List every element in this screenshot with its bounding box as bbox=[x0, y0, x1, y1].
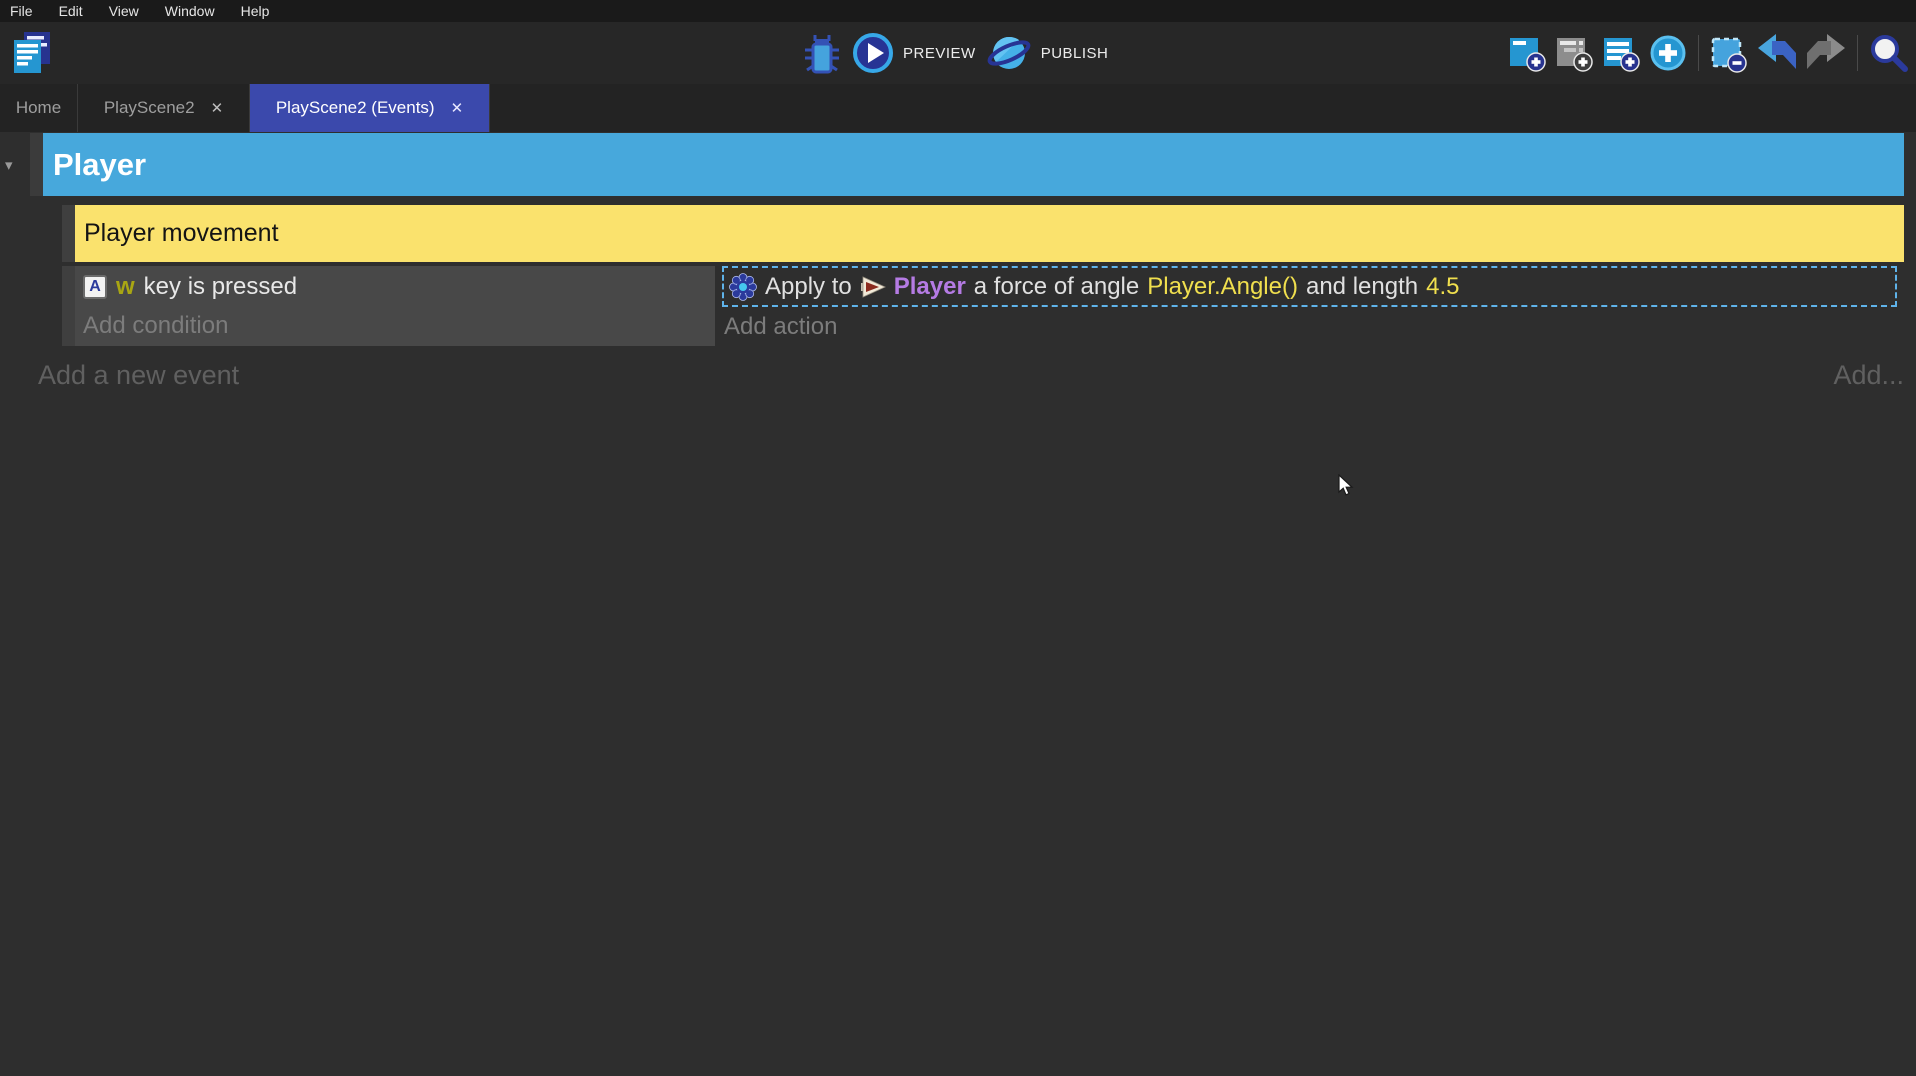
action-angle-expression: Player.Angle() bbox=[1147, 273, 1298, 301]
add-comment-icon bbox=[1601, 33, 1641, 73]
project-manager-icon bbox=[11, 31, 53, 75]
add-more-button[interactable]: Add... bbox=[1833, 360, 1904, 391]
publish-globe-icon bbox=[986, 31, 1032, 75]
collapse-group-icon[interactable]: ▾ bbox=[5, 156, 13, 174]
publish-label: PUBLISH bbox=[1041, 45, 1109, 62]
project-manager-button[interactable] bbox=[10, 30, 54, 76]
redo-button[interactable] bbox=[1805, 33, 1847, 73]
event-gutter[interactable] bbox=[62, 266, 75, 346]
preview-button[interactable]: PREVIEW bbox=[852, 32, 976, 74]
debug-button[interactable] bbox=[802, 31, 842, 75]
menu-bar: File Edit View Window Help bbox=[0, 0, 1916, 22]
choose-and-add-event-button[interactable] bbox=[1648, 33, 1688, 73]
menu-edit[interactable]: Edit bbox=[46, 0, 96, 22]
tab-bar: Home PlayScene2 ✕ PlayScene2 (Events) ✕ bbox=[0, 84, 1916, 132]
action-row-selected[interactable]: Apply to Player a force of angle Player.… bbox=[722, 266, 1897, 307]
undo-button[interactable] bbox=[1756, 33, 1798, 73]
tab-home[interactable]: Home bbox=[0, 84, 78, 132]
group-gutter[interactable] bbox=[30, 133, 43, 196]
undo-icon bbox=[1756, 33, 1798, 73]
action-object-name: Player bbox=[894, 273, 966, 301]
player-object-icon bbox=[860, 275, 886, 299]
menu-help[interactable]: Help bbox=[228, 0, 283, 22]
add-new-event-button[interactable]: Add a new event bbox=[38, 360, 239, 391]
action-middle-text: a force of angle bbox=[974, 273, 1139, 301]
toolbar-center-group: PREVIEW PUBLISH bbox=[802, 30, 1108, 76]
menu-window[interactable]: Window bbox=[152, 0, 228, 22]
add-subevent-icon bbox=[1554, 33, 1594, 73]
add-comment-button[interactable] bbox=[1601, 33, 1641, 73]
menu-file[interactable]: File bbox=[0, 0, 46, 22]
preview-play-icon bbox=[852, 32, 894, 74]
add-subevent-button[interactable] bbox=[1554, 33, 1594, 73]
comment-text: Player movement bbox=[75, 219, 279, 248]
action-length-value: 4.5 bbox=[1426, 273, 1459, 301]
condition-text: key is pressed bbox=[144, 273, 297, 301]
group-title: Player bbox=[43, 147, 146, 183]
toolbar-right-group bbox=[1507, 31, 1910, 75]
redo-icon bbox=[1805, 33, 1847, 73]
close-icon[interactable]: ✕ bbox=[211, 99, 224, 117]
action-prefix: Apply to bbox=[765, 273, 852, 301]
condition-row[interactable]: A w key is pressed bbox=[75, 266, 715, 308]
preview-label: PREVIEW bbox=[903, 45, 976, 62]
search-events-button[interactable] bbox=[1868, 32, 1910, 74]
add-condition-button[interactable]: Add condition bbox=[75, 308, 715, 344]
actions-column: Apply to Player a force of angle Player.… bbox=[722, 266, 1904, 346]
main-toolbar: PREVIEW PUBLISH bbox=[0, 22, 1916, 84]
add-action-button[interactable]: Add action bbox=[722, 309, 1904, 345]
events-sheet: ▾ Player Player movement A w key is pres… bbox=[0, 132, 1916, 1076]
event-group-header[interactable]: Player bbox=[43, 133, 1904, 196]
search-icon bbox=[1868, 32, 1910, 74]
condition-key-name: w bbox=[116, 273, 135, 301]
conditions-column: A w key is pressed Add condition bbox=[75, 266, 715, 346]
tab-playscene2-events-label: PlayScene2 (Events) bbox=[276, 98, 435, 118]
delete-selection-button[interactable] bbox=[1709, 33, 1749, 73]
tab-home-label: Home bbox=[16, 98, 61, 118]
keyboard-key-icon: A bbox=[83, 275, 107, 299]
add-circle-icon bbox=[1648, 33, 1688, 73]
toolbar-separator bbox=[1857, 35, 1858, 71]
comment-event[interactable]: Player movement bbox=[75, 205, 1904, 262]
tab-playscene2-label: PlayScene2 bbox=[104, 98, 195, 118]
tab-playscene2[interactable]: PlayScene2 ✕ bbox=[78, 84, 250, 132]
delete-selection-icon bbox=[1709, 33, 1749, 73]
action-suffix-text: and length bbox=[1306, 273, 1418, 301]
close-icon[interactable]: ✕ bbox=[451, 99, 464, 117]
tab-playscene2-events[interactable]: PlayScene2 (Events) ✕ bbox=[250, 84, 490, 132]
publish-button[interactable]: PUBLISH bbox=[986, 31, 1109, 75]
menu-view[interactable]: View bbox=[96, 0, 152, 22]
add-event-icon bbox=[1507, 33, 1547, 73]
add-event-button[interactable] bbox=[1507, 33, 1547, 73]
comment-gutter[interactable] bbox=[62, 205, 75, 262]
force-icon bbox=[729, 273, 757, 301]
debug-bug-icon bbox=[802, 31, 842, 75]
toolbar-separator bbox=[1698, 35, 1699, 71]
